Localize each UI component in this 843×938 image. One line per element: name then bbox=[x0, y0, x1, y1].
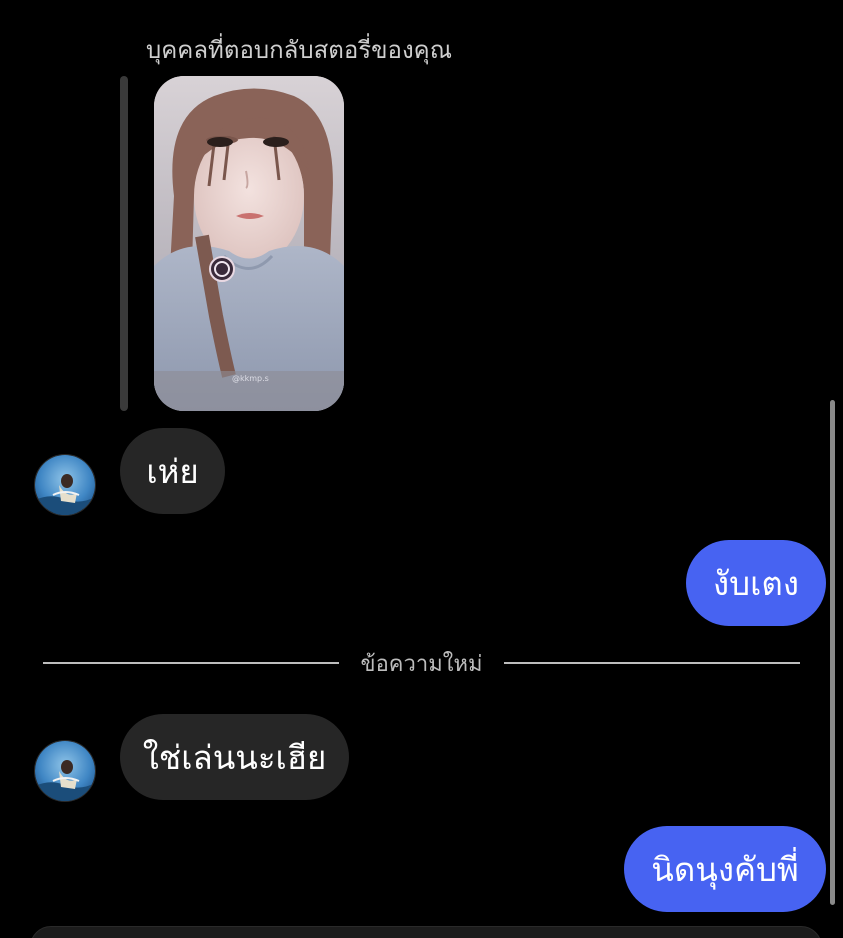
reply-indicator-bar bbox=[120, 76, 128, 411]
avatar-image bbox=[35, 741, 95, 801]
story-reply-caption: บุคคลที่ตอบกลับสตอรี่ของคุณ bbox=[146, 36, 452, 64]
message-bubble-incoming[interactable]: เห่ย bbox=[120, 428, 225, 514]
scrollbar[interactable] bbox=[830, 400, 835, 905]
message-bubble-outgoing[interactable]: นิดนุงคับพี่ bbox=[624, 826, 826, 912]
avatar-image bbox=[35, 455, 95, 515]
contact-avatar-icon[interactable] bbox=[34, 454, 96, 516]
divider-line-right bbox=[504, 662, 800, 664]
story-image bbox=[154, 76, 344, 411]
message-bubble-incoming[interactable]: ใช่เล่นนะเฮีย bbox=[120, 714, 349, 800]
message-composer[interactable] bbox=[30, 926, 822, 938]
contact-avatar-icon[interactable] bbox=[34, 740, 96, 802]
divider-line-left bbox=[43, 662, 339, 664]
story-thumbnail[interactable]: @kkmp.s bbox=[154, 76, 344, 411]
story-watermark: @kkmp.s bbox=[232, 374, 269, 383]
new-messages-divider-label: ข้อความใหม่ bbox=[360, 652, 483, 677]
chat-screen: บุคคลที่ตอบกลับสตอรี่ของคุณ @kkmp.s เห่ย… bbox=[0, 0, 843, 938]
message-bubble-outgoing[interactable]: งับเตง bbox=[686, 540, 826, 626]
